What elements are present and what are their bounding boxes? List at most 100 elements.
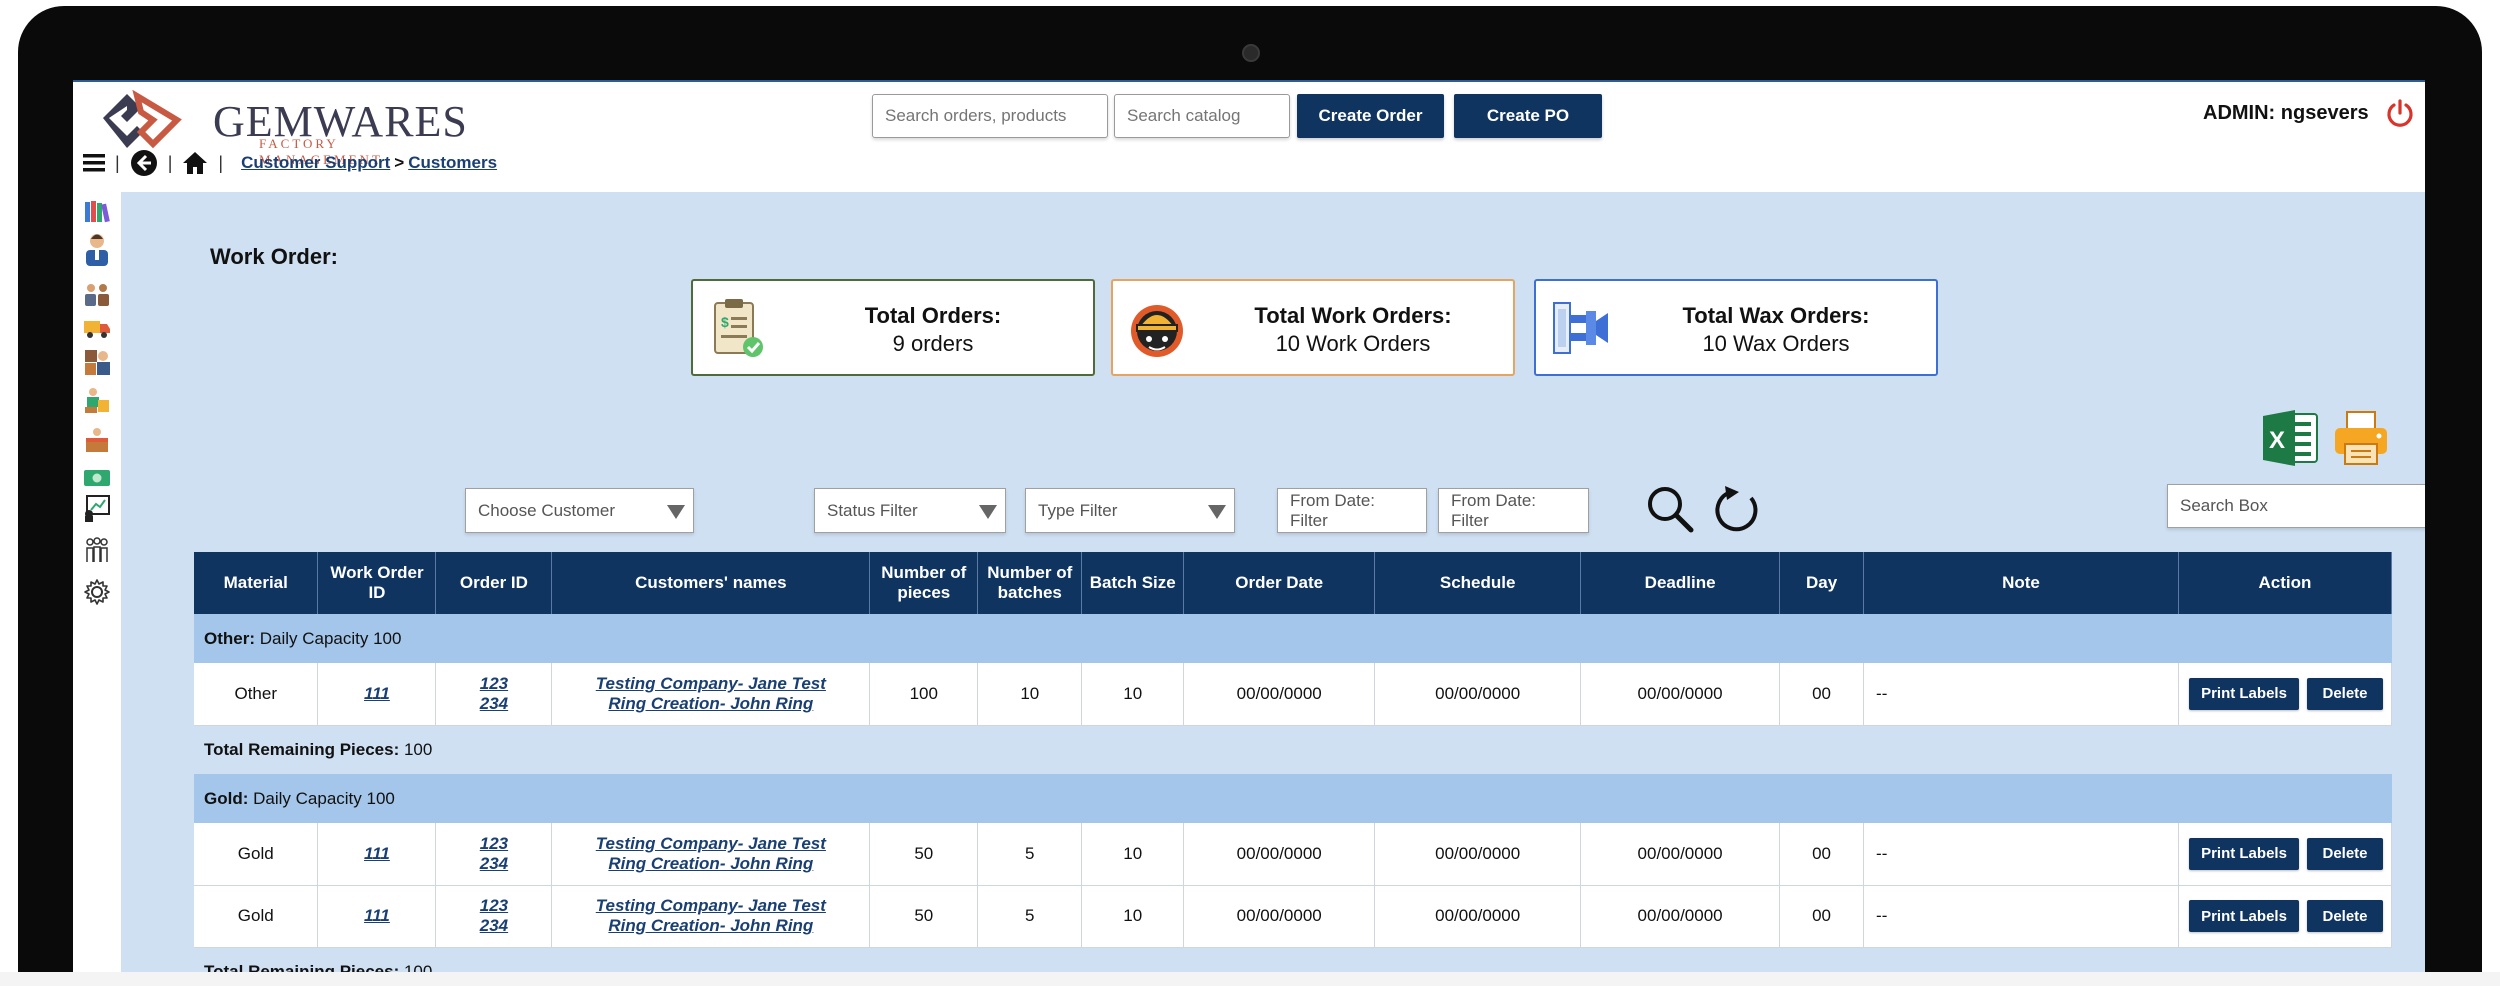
table-row: Other 111 123 234 Testing Company- Jane T…: [194, 663, 2393, 726]
refresh-icon[interactable]: [1711, 484, 1763, 536]
search-orders-input[interactable]: [872, 94, 1108, 138]
breadcrumb-customers[interactable]: Customers: [408, 153, 497, 173]
col-customers-names[interactable]: Customers' names: [551, 552, 871, 614]
back-arrow-icon[interactable]: [130, 149, 158, 177]
nav-separator: |: [167, 152, 173, 173]
person-icon[interactable]: [83, 232, 111, 268]
gemwares-logo[interactable]: GEMWARES FACTORY MANAGEMENT: [97, 90, 467, 167]
col-order-id[interactable]: Order ID: [435, 552, 553, 614]
col-batch-size[interactable]: Batch Size: [1081, 552, 1185, 614]
from-date-filter-input-2[interactable]: From Date: Filter: [1438, 488, 1589, 533]
cell-order-date: 00/00/0000: [1183, 823, 1376, 886]
choose-customer-value: Choose Customer: [478, 500, 616, 520]
excel-export-icon[interactable]: X: [2261, 408, 2321, 468]
from-date-filter-input[interactable]: From Date: Filter: [1277, 488, 1427, 533]
hamburger-menu-icon[interactable]: [83, 153, 105, 173]
truck-icon[interactable]: [83, 318, 111, 340]
work-orders-table: Material Work Order ID Order ID Customer…: [194, 552, 2393, 974]
home-icon[interactable]: [182, 151, 208, 175]
col-material[interactable]: Material: [194, 552, 319, 614]
delete-button[interactable]: Delete: [2307, 677, 2383, 710]
people-icon[interactable]: [83, 536, 111, 564]
choose-customer-select[interactable]: Choose Customer: [465, 488, 694, 533]
print-labels-button[interactable]: Print Labels: [2189, 677, 2299, 710]
admin-user-label: ADMIN: ngsevers: [2203, 102, 2369, 124]
total-orders-value: 9 orders: [892, 331, 974, 356]
col-number-of-pieces[interactable]: Number of pieces: [869, 552, 979, 614]
total-value: 100: [403, 739, 433, 759]
create-order-button[interactable]: Create Order: [1297, 94, 1444, 138]
work-order-id-link[interactable]: 111: [364, 906, 390, 925]
wax-mold-icon: [1553, 302, 1608, 354]
cell-material: Gold: [194, 823, 319, 886]
cell-batch-size: 10: [1081, 663, 1185, 726]
col-schedule[interactable]: Schedule: [1374, 552, 1582, 614]
print-labels-button[interactable]: Print Labels: [2189, 900, 2299, 932]
group-name: Other:: [204, 628, 255, 648]
col-order-date[interactable]: Order Date: [1183, 552, 1376, 614]
delete-button[interactable]: Delete: [2307, 837, 2383, 870]
group-capacity: Daily Capacity 100: [253, 788, 395, 808]
cell-pieces: 100: [869, 663, 979, 726]
status-filter-select[interactable]: Status Filter: [814, 488, 1006, 533]
package-icon[interactable]: [83, 426, 111, 454]
total-orders-card: $ Total Orders: 9 orders: [691, 279, 1095, 376]
order-id-link[interactable]: 123 234: [480, 896, 508, 935]
main-content: Work Order: $ Total Orders: 9 orders Tot…: [121, 192, 2425, 974]
from-date-filter-placeholder-2: From Date: Filter: [1451, 490, 1537, 530]
customer-names-link[interactable]: Testing Company- Jane Test Ring Creation-…: [596, 834, 826, 873]
search-icon[interactable]: [1645, 484, 1695, 534]
worker-icon[interactable]: [83, 348, 111, 376]
print-labels-button[interactable]: Print Labels: [2189, 837, 2299, 870]
work-order-id-link[interactable]: 111: [364, 844, 390, 863]
cell-batch-size: 10: [1081, 823, 1185, 886]
customer-name-1: Testing Company- Jane Test: [595, 896, 826, 915]
create-po-button[interactable]: Create PO: [1454, 94, 1602, 138]
printer-icon[interactable]: [2331, 408, 2391, 468]
order-id-link[interactable]: 123 234: [480, 674, 508, 713]
col-number-of-batches[interactable]: Number of batches: [977, 552, 1083, 614]
worker-helmet-gear-icon: [1131, 305, 1183, 357]
order-id-1: 123: [479, 896, 509, 915]
customer-name-2: Ring Creation- John Ring: [608, 853, 814, 873]
customer-names-link[interactable]: Testing Company- Jane Test Ring Creation-…: [596, 896, 826, 935]
customer-names-link[interactable]: Testing Company- Jane Test Ring Creation-…: [596, 674, 826, 713]
type-filter-select[interactable]: Type Filter: [1025, 488, 1235, 533]
total-wax-orders-value: 10 Wax Orders: [1702, 331, 1850, 356]
cell-batches: 5: [977, 885, 1083, 948]
col-day[interactable]: Day: [1779, 552, 1865, 614]
presentation-icon[interactable]: [83, 494, 111, 522]
gear-icon[interactable]: [83, 578, 111, 606]
col-action[interactable]: Action: [2178, 552, 2393, 614]
cell-order-date: 00/00/0000: [1183, 885, 1376, 948]
cell-batches: 5: [977, 823, 1083, 886]
breadcrumb-customer-support[interactable]: Customer Support: [241, 153, 390, 173]
cell-material: Gold: [194, 885, 319, 948]
search-box-input[interactable]: Search Box: [2167, 484, 2425, 528]
books-icon[interactable]: [83, 198, 111, 226]
breadcrumb-divider: >: [394, 153, 405, 172]
money-icon[interactable]: [83, 468, 111, 488]
svg-text:X: X: [2269, 427, 2285, 454]
search-catalog-input[interactable]: [1114, 94, 1290, 138]
cell-deadline: 00/00/0000: [1580, 885, 1781, 948]
cell-schedule: 00/00/0000: [1374, 823, 1582, 886]
group-name: Gold:: [204, 788, 249, 808]
order-id-2: 234: [479, 693, 509, 713]
boxes-icon[interactable]: [83, 386, 111, 414]
col-work-order-id[interactable]: Work Order ID: [317, 552, 437, 614]
clipboard-check-icon: $: [714, 299, 763, 357]
col-note[interactable]: Note: [1863, 552, 2179, 614]
cell-note: --: [1863, 663, 2179, 726]
row-actions: Print Labels Delete: [2183, 677, 2387, 710]
team-icon[interactable]: [83, 280, 111, 308]
order-id-link[interactable]: 123 234: [480, 834, 508, 873]
work-order-id-link[interactable]: 111: [364, 684, 390, 703]
dropdown-triangle-icon: [667, 505, 685, 519]
power-icon[interactable]: [2385, 98, 2415, 128]
total-row-gold: Total Remaining Pieces: 100: [194, 947, 2392, 974]
customer-name-1: Testing Company- Jane Test: [595, 673, 826, 693]
col-deadline[interactable]: Deadline: [1580, 552, 1781, 614]
delete-button[interactable]: Delete: [2307, 900, 2383, 932]
cell-material: Other: [194, 663, 319, 726]
